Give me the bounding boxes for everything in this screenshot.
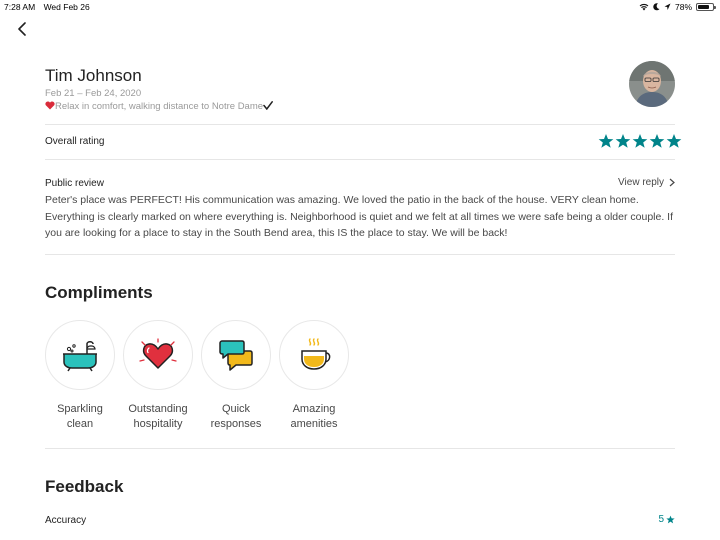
compliment-label-line: amenities (290, 418, 338, 430)
compliment-label: Sparkling clean (42, 402, 118, 432)
accuracy-value: 5 (658, 514, 664, 525)
compliment-badge (123, 320, 193, 390)
compliment-quick-responses: Quick responses (201, 320, 271, 432)
public-review-text: Peter's place was PERFECT! His communica… (45, 194, 673, 239)
guest-name: Tim Johnson (45, 66, 142, 85)
accuracy-label: Accuracy (45, 515, 87, 526)
overall-rating-stars (598, 133, 682, 149)
compliment-label-line: Quick (221, 403, 251, 415)
battery-percent: 78% (674, 2, 692, 12)
moon-icon (653, 3, 660, 11)
star-icon (666, 515, 675, 524)
red-heart-icon (45, 101, 55, 110)
compliments-title: Compliments (45, 283, 153, 302)
compliment-label-line: Sparkling (57, 403, 103, 415)
listing-title-text: Relax in comfort, walking distance to No… (55, 101, 264, 112)
compliment-badge (279, 320, 349, 390)
compliment-sparkling-clean: Sparkling clean (45, 320, 115, 432)
divider (45, 254, 675, 255)
overall-rating-label: Overall rating (45, 136, 105, 147)
divider (45, 159, 675, 160)
divider (45, 448, 675, 449)
stay-dates: Feb 21 – Feb 24, 2020 (45, 88, 142, 99)
compliments-list: Sparkling clean Outstanding hospitality … (45, 320, 349, 432)
status-right: 78% (639, 2, 716, 12)
star-icon (598, 134, 614, 148)
guest-avatar[interactable] (629, 61, 675, 107)
compliment-label-line: Amazing (292, 403, 336, 415)
location-arrow-icon (664, 3, 671, 10)
accuracy-rating: 5 (658, 514, 675, 525)
status-date: Wed Feb 26 (43, 2, 90, 12)
compliment-label-line: hospitality (133, 418, 183, 430)
compliment-amazing-amenities: Amazing amenities (279, 320, 349, 432)
status-bar: 7:28 AM Wed Feb 26 78% (0, 0, 720, 14)
star-icon (649, 134, 665, 148)
star-icon (632, 134, 648, 148)
listing-title: Relax in comfort, walking distance to No… (45, 101, 273, 112)
compliment-label: Quick responses (198, 402, 274, 432)
compliment-label-line: clean (66, 418, 94, 430)
view-reply-label: View reply (618, 177, 664, 188)
compliment-outstanding-hospitality: Outstanding hospitality (123, 320, 193, 432)
tea-cup-icon (301, 338, 331, 370)
star-icon (615, 134, 631, 148)
compliment-label-line: responses (210, 418, 262, 430)
chevron-right-icon (669, 178, 675, 187)
status-left: 7:28 AM Wed Feb 26 (4, 2, 90, 12)
heart-icon (139, 338, 177, 369)
divider (45, 124, 675, 125)
public-review-label: Public review (45, 178, 104, 189)
back-button[interactable] (12, 18, 32, 40)
compliment-label: Amazing amenities (276, 402, 352, 432)
star-icon (666, 134, 682, 148)
check-mark-icon (263, 101, 273, 111)
battery-fill (698, 5, 709, 9)
compliment-badge (45, 320, 115, 390)
feedback-title: Feedback (45, 477, 124, 496)
bathtub-icon (63, 341, 97, 372)
battery-icon (696, 3, 716, 11)
status-time: 7:28 AM (4, 2, 36, 12)
guest-photo (629, 61, 675, 107)
wifi-icon (639, 3, 649, 11)
compliment-badge (201, 320, 271, 390)
compliment-label: Outstanding hospitality (120, 402, 196, 432)
view-reply-link[interactable]: View reply (618, 177, 675, 188)
chevron-left-icon (18, 22, 26, 36)
compliment-label-line: Outstanding (128, 403, 188, 415)
chat-bubbles-icon (219, 340, 253, 371)
